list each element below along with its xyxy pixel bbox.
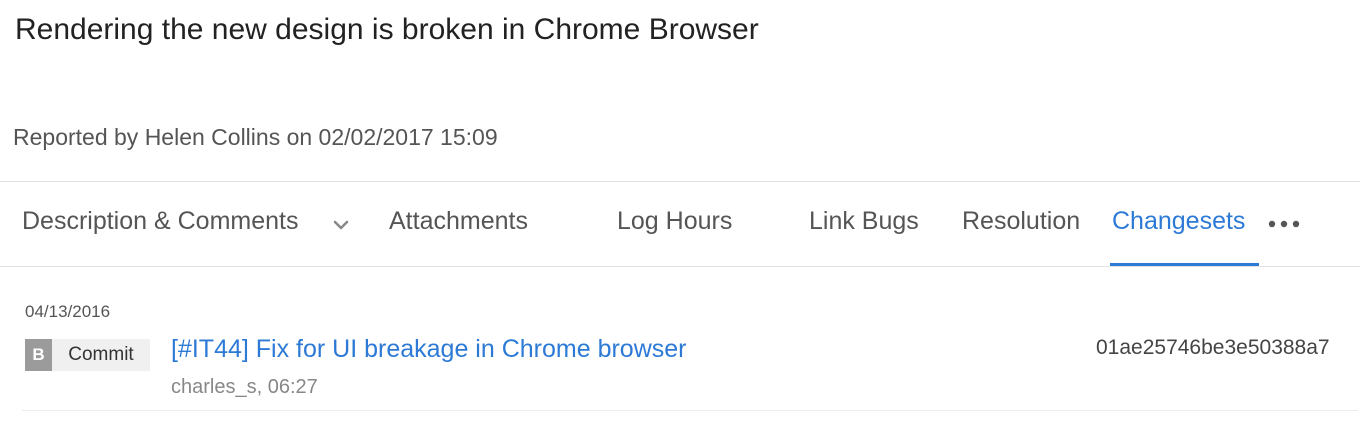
commit-type-badge: B Commit [25,339,150,371]
row-divider [22,410,1358,411]
header-divider [0,181,1360,182]
tabs-divider [0,266,1360,267]
tab-description-comments[interactable]: Description & Comments [22,207,298,236]
more-horizontal-icon[interactable] [1266,214,1306,234]
reported-by-text: Reported by Helen Collins on 02/02/2017 … [13,124,498,150]
tab-link-bugs[interactable]: Link Bugs [809,207,919,236]
tab-log-hours[interactable]: Log Hours [617,207,732,236]
chevron-down-icon[interactable] [332,219,350,231]
badge-label: Commit [68,344,134,365]
tab-attachments[interactable]: Attachments [389,207,528,236]
issue-title: Rendering the new design is broken in Ch… [15,13,759,46]
tab-changesets[interactable]: Changesets [1112,207,1245,236]
commit-hash: 01ae25746be3e50388a7 [1096,336,1330,359]
commit-author-time: charles_s, 06:27 [171,376,318,398]
commit-message-link[interactable]: [#IT44] Fix for UI breakage in Chrome br… [171,335,686,364]
changeset-date: 04/13/2016 [25,302,111,321]
badge-letter: B [25,339,52,371]
tab-resolution[interactable]: Resolution [962,207,1080,236]
